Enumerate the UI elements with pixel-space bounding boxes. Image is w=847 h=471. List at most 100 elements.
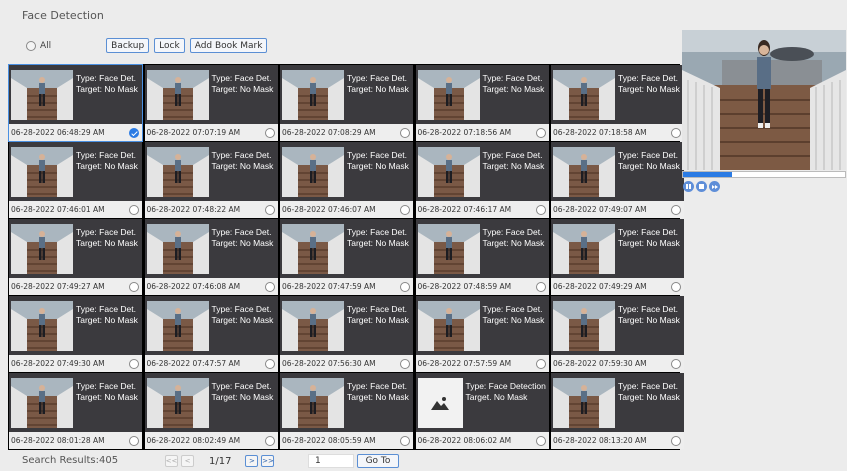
select-checkbox[interactable] [400,359,410,369]
event-card[interactable]: Type: Face Det. Target: No Mask 06-28-2022… [551,296,684,372]
select-checkbox[interactable] [400,205,410,215]
add-bookmark-button[interactable]: Add Book Mark [189,38,268,53]
pause-icon[interactable] [683,181,694,192]
event-card[interactable]: Type: Face Det. Target: No Mask 06-28-2022… [144,219,278,295]
select-checkbox[interactable] [535,128,546,138]
event-info: Type: Face Det. Target: No Mask [212,227,274,249]
event-info: Type: Face Det. Target: No Mask [483,227,545,249]
event-thumbnail [146,147,209,197]
event-info: Type: Face Det. Target: No Mask [212,150,274,172]
search-results-count: Search Results:405 [22,455,119,466]
event-card[interactable]: Type: Face Detection Target. No Mask 06-28… [415,373,549,449]
event-timestamp-bar: 06-28-2022 07:46:17 AM [415,201,549,218]
double-left-icon[interactable]: << [165,455,178,467]
event-thumbnail [282,147,344,197]
stop-icon[interactable] [696,181,707,192]
event-card[interactable]: Type: Face Det. Target: No Mask 06-28-2022… [551,219,684,295]
event-timestamp: 06-28-2022 07:07:19 AM [146,128,241,137]
event-target: Target: No Mask [76,161,138,171]
select-checkbox[interactable] [671,359,681,369]
select-checkbox[interactable] [400,436,410,446]
event-timestamp: 06-28-2022 07:18:56 AM [417,128,512,137]
event-timestamp-bar: 06-28-2022 07:47:57 AM [144,355,278,372]
event-target: Target: No Mask [211,315,274,325]
select-checkbox[interactable] [264,128,275,138]
event-card[interactable]: Type: Face Det. Target: No Mask 06-28-2022… [8,64,143,142]
event-timestamp: 06-28-2022 07:46:17 AM [417,205,512,214]
event-card[interactable]: Type: Face Det. Target: No Mask 06-28-2022… [415,142,549,218]
event-card[interactable]: Type: Face Det. Target: No Mask 06-28-2022… [144,296,278,372]
event-card[interactable]: Type: Face Det. Target: No Mask 06-28-2022… [280,296,413,372]
event-card[interactable]: Type: Face Det. Target: No Mask 06-28-2022… [551,142,684,218]
select-checkbox[interactable] [671,128,681,138]
event-type: Type: Face Det. [211,227,272,237]
event-info: Type: Face Det. Target: No Mask [347,227,409,249]
event-timestamp: 06-28-2022 07:48:59 AM [417,282,512,291]
left-icon[interactable]: < [181,455,194,467]
select-checkbox[interactable] [264,359,275,369]
event-card[interactable]: Type: Face Det. Target: No Mask 06-28-2022… [144,65,278,141]
event-card[interactable]: Type: Face Det. Target: No Mask 06-28-2022… [9,373,142,449]
event-card[interactable]: Type: Face Det. Target: No Mask 06-28-2022… [9,219,142,295]
playback-progress[interactable] [682,171,846,178]
event-thumbnail [282,70,344,120]
event-card[interactable]: Type: Face Det. Target: No Mask 06-28-2022… [551,65,684,141]
event-target: Target: No Mask [482,238,545,248]
event-info: Type: Face Det. Target: No Mask [483,150,545,172]
select-checkbox[interactable] [264,436,275,446]
event-thumbnail [417,224,480,274]
event-type: Type: Face Det. [76,150,136,160]
event-card[interactable]: Type: Face Det. Target: No Mask 06-28-2022… [280,373,413,449]
event-card[interactable]: Type: Face Det. Target: No Mask 06-28-2022… [280,219,413,295]
select-checkbox[interactable] [535,282,546,292]
backup-button[interactable]: Backup [106,38,150,53]
event-info: Type: Face Det. Target: No Mask [618,381,680,403]
event-thumbnail [146,224,209,274]
select-checkbox[interactable] [264,205,275,215]
event-card[interactable]: Type: Face Det. Target: No Mask 06-28-2022… [144,142,278,218]
event-target: Target: No Mask [76,238,138,248]
select-checkbox[interactable] [129,436,139,446]
select-checkbox[interactable] [129,359,139,369]
event-card[interactable]: Type: Face Det. Target: No Mask 06-28-2022… [415,219,549,295]
fast-forward-icon[interactable] [709,181,720,192]
event-card[interactable]: Type: Face Det. Target: No Mask 06-28-2022… [415,296,549,372]
goto-button[interactable]: Go To [357,454,399,468]
event-card[interactable]: Type: Face Det. Target: No Mask 06-28-2022… [551,373,684,449]
double-right-icon[interactable]: >> [261,455,275,467]
select-checkbox[interactable] [535,436,546,446]
event-thumbnail [417,301,480,351]
select-checkbox[interactable] [129,205,139,215]
event-info: Type: Face Det. Target: No Mask [618,227,680,249]
event-card[interactable]: Type: Face Det. Target: No Mask 06-28-2022… [280,65,413,141]
event-target: Target: No Mask [211,238,274,248]
event-thumbnail [553,224,615,274]
event-timestamp: 06-28-2022 07:08:29 AM [282,128,376,137]
goto-page-input[interactable]: 1 [308,454,354,468]
lock-button[interactable]: Lock [154,38,185,53]
select-checkbox[interactable] [671,436,681,446]
select-checkbox[interactable] [400,282,410,292]
select-checkbox[interactable] [400,128,410,138]
select-checkbox[interactable] [264,282,275,292]
select-checkbox[interactable] [671,205,681,215]
select-checkbox[interactable] [535,359,546,369]
event-grid: Type: Face Det. Target: No Mask 06-28-2022… [8,64,684,450]
image-placeholder-icon [417,378,463,428]
checkmark-icon[interactable] [129,128,139,138]
event-timestamp-bar: 06-28-2022 07:49:29 AM [551,278,684,295]
event-target: Target: No Mask [347,161,409,171]
event-card[interactable]: Type: Face Det. Target: No Mask 06-28-2022… [144,373,278,449]
event-thumbnail [282,378,344,428]
select-checkbox[interactable] [535,205,546,215]
event-timestamp: 06-28-2022 07:49:27 AM [11,282,105,291]
right-icon[interactable]: > [245,455,259,467]
event-card[interactable]: Type: Face Det. Target: No Mask 06-28-2022… [9,142,142,218]
event-card[interactable]: Type: Face Det. Target: No Mask 06-28-2022… [9,296,142,372]
select-checkbox[interactable] [129,282,139,292]
all-radio[interactable] [26,40,36,51]
preview-video[interactable] [682,30,846,170]
event-card[interactable]: Type: Face Det. Target: No Mask 06-28-2022… [415,65,549,141]
event-card[interactable]: Type: Face Det. Target: No Mask 06-28-2022… [280,142,413,218]
select-checkbox[interactable] [671,282,681,292]
